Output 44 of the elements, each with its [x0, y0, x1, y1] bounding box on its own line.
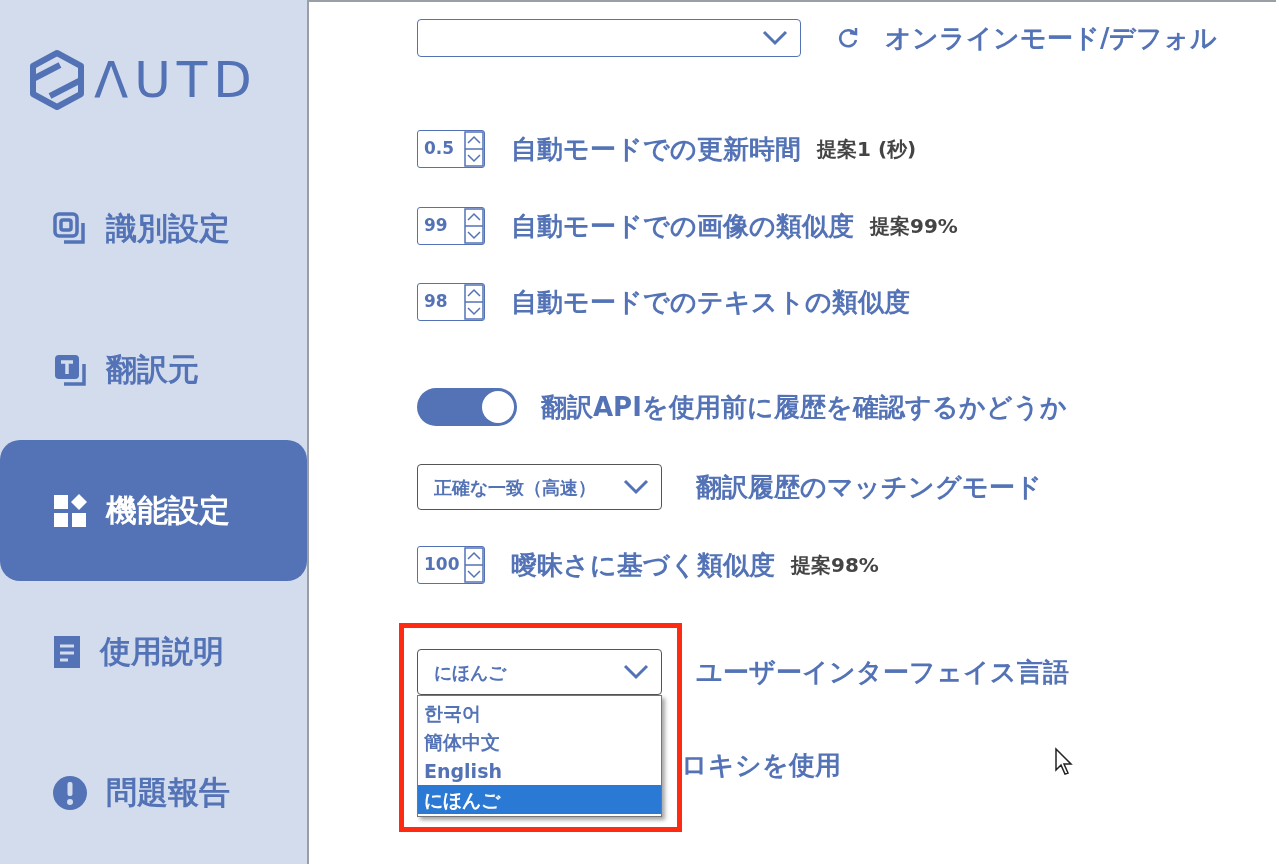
setting-label: 翻訳履歴のマッチングモード — [696, 470, 1042, 504]
number-spinbox[interactable]: 100 — [417, 546, 485, 584]
suggestion-text: 提案99% — [870, 213, 958, 240]
setting-label: 曖昧さに基づく類似度 — [511, 548, 775, 582]
scan-icon — [52, 210, 88, 247]
grid-icon — [52, 492, 88, 529]
dropdown-option[interactable]: にほんご — [418, 785, 661, 814]
toggle-switch[interactable] — [417, 388, 517, 426]
sidebar-item[interactable]: 識別設定 — [0, 158, 307, 299]
setting-label: 翻訳APIを使用前に履歴を確認するかどうか — [541, 390, 1067, 424]
setting-label: 自動モードでのテキストの類似度 — [511, 285, 910, 319]
up-down-arrows-icon[interactable] — [464, 547, 484, 583]
up-down-arrows-icon[interactable] — [464, 208, 484, 244]
sidebar-item[interactable]: 翻訳元 — [0, 299, 307, 440]
dropdown-select[interactable]: 正確な一致（高速） — [417, 464, 662, 510]
dropdown-option[interactable]: English — [418, 756, 661, 785]
logo-icon — [28, 49, 86, 111]
dropdown-select[interactable] — [417, 19, 801, 57]
exclamation-icon — [52, 774, 88, 811]
sidebar-item[interactable]: 機能設定 — [0, 440, 307, 581]
setting-label: ユーザーインターフェイス言語 — [696, 655, 1069, 689]
sidebar-item[interactable]: 問題報告 — [0, 722, 307, 863]
document-icon — [52, 633, 82, 670]
sidebar-item[interactable]: 使用説明 — [0, 581, 307, 722]
dropdown-select[interactable]: にほんご — [417, 649, 662, 695]
refresh-icon[interactable] — [837, 27, 859, 49]
chevron-down-icon — [623, 479, 649, 495]
up-down-arrows-icon[interactable] — [464, 284, 484, 320]
chevron-down-icon — [623, 664, 649, 680]
mouse-pointer-icon — [1054, 747, 1074, 777]
suggestion-text: 提案98% — [791, 552, 879, 579]
logo-text: ΛUTD — [94, 49, 258, 111]
number-spinbox[interactable]: 99 — [417, 207, 485, 245]
setting-label: 自動モードでの画像の類似度 — [511, 209, 854, 243]
dropdown-option[interactable]: 簡体中文 — [418, 727, 661, 756]
up-down-arrows-icon[interactable] — [464, 131, 484, 167]
number-spinbox[interactable]: 98 — [417, 283, 485, 321]
number-spinbox[interactable]: 0.5 — [417, 130, 485, 168]
suggestion-text: 提案1 (秒) — [817, 136, 917, 163]
setting-label: オンラインモード/デフォル — [885, 21, 1218, 55]
chevron-down-icon — [762, 30, 788, 46]
setting-label: 自動モードでの更新時間 — [511, 132, 801, 166]
setting-label: ロキシを使用 — [681, 748, 841, 782]
dropdown-option[interactable]: 한국어 — [418, 698, 661, 727]
